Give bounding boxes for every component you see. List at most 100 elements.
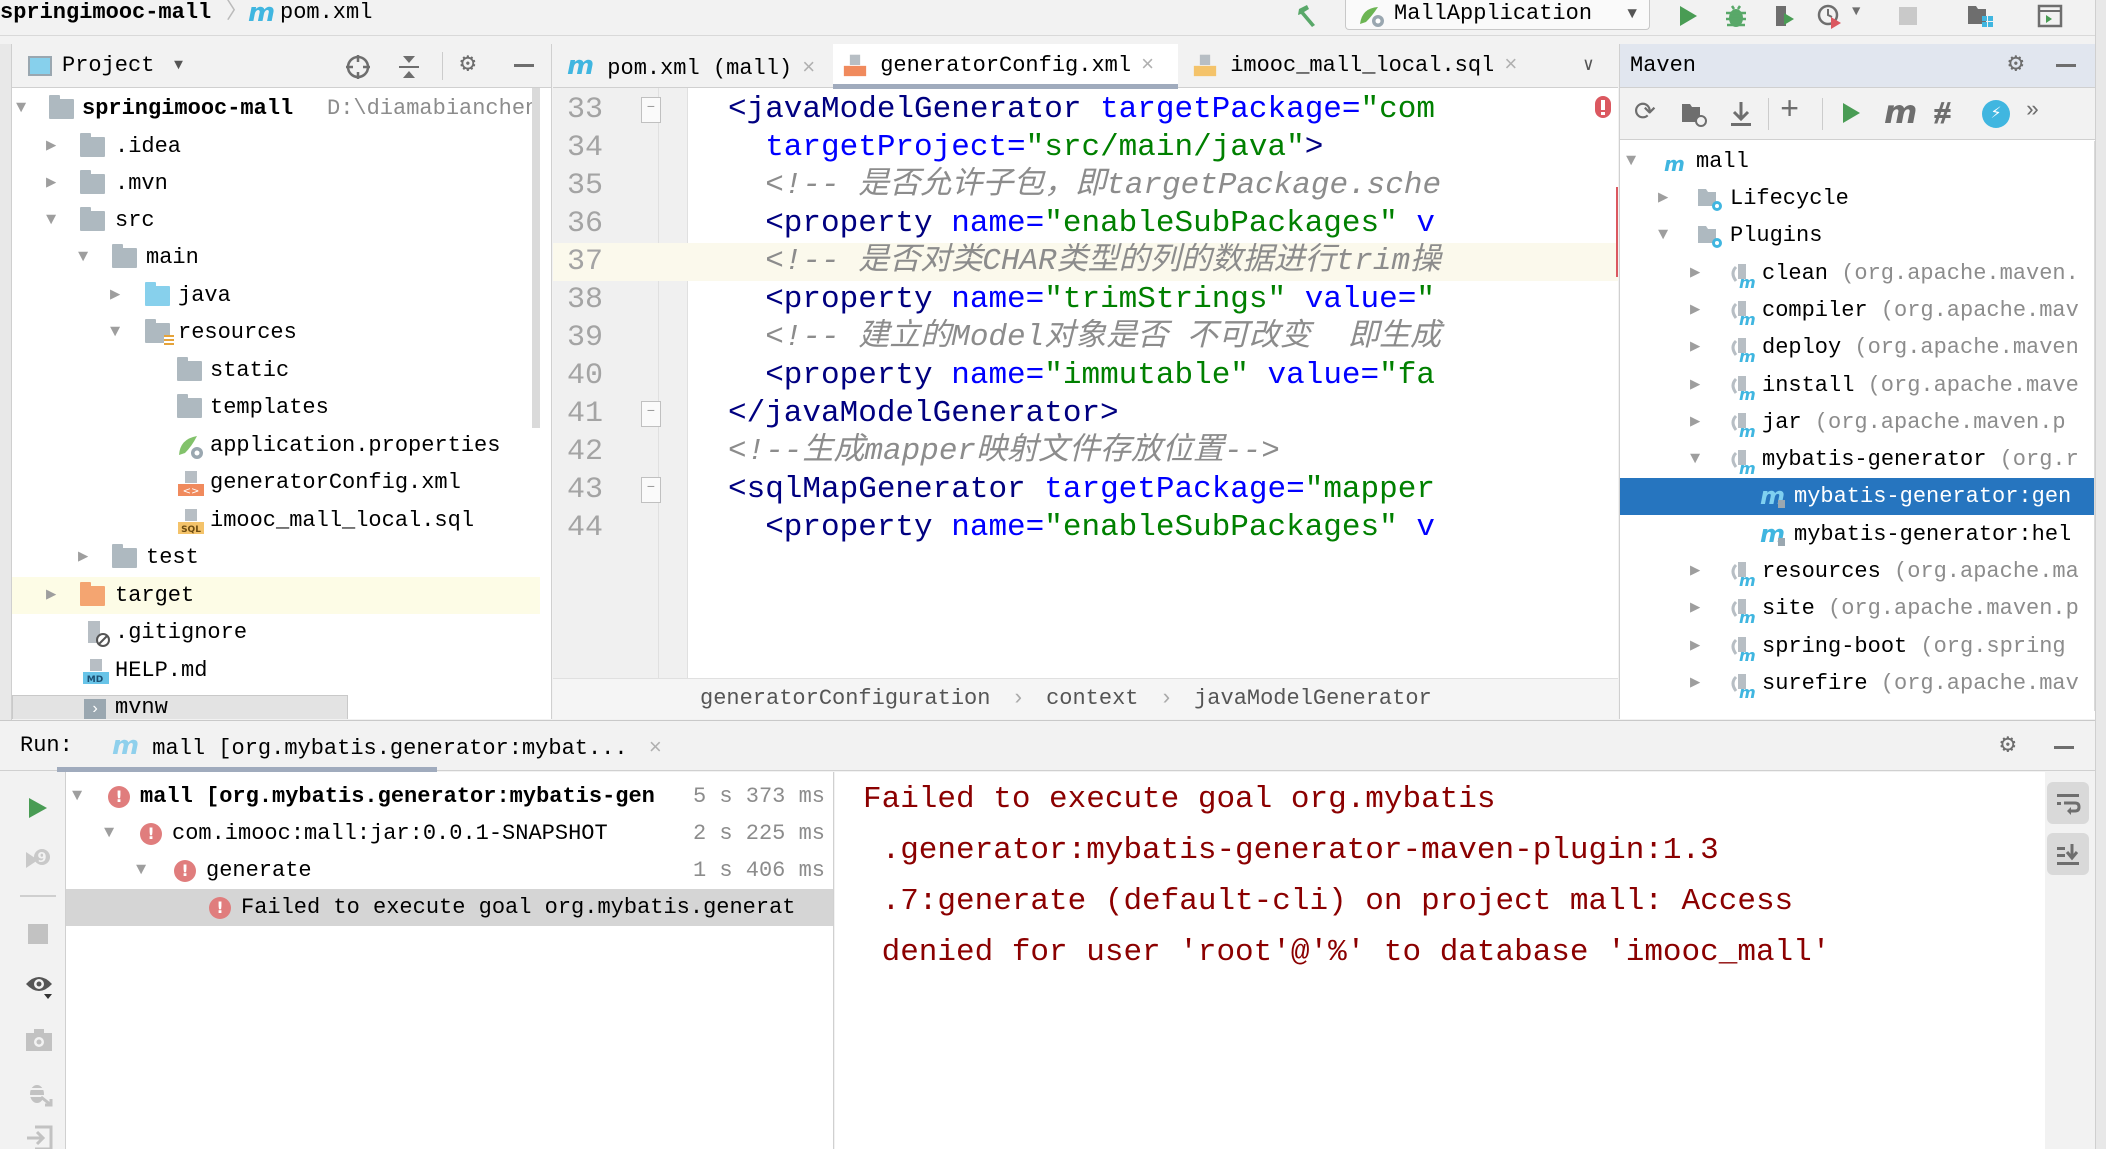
tree-item-main[interactable]: ▼ main	[12, 239, 540, 276]
tree-item-generatorconfig-xml[interactable]: <> generatorConfig.xml	[12, 464, 540, 501]
project-view-title[interactable]: Project	[62, 44, 154, 88]
tree-item-templates[interactable]: templates	[12, 389, 540, 426]
breadcrumb-item[interactable]: generatorConfiguration	[700, 686, 990, 711]
locate-file-icon[interactable]	[345, 54, 371, 80]
tree-item-static[interactable]: static	[12, 352, 540, 389]
collapsed-arrow-icon[interactable]: ▶	[1690, 255, 1700, 292]
fold-toggle-icon[interactable]: −	[641, 401, 661, 427]
maven-goal-item[interactable]: m mybatis-generator:gen	[1620, 478, 2106, 516]
project-structure-icon[interactable]	[1962, 0, 1998, 32]
tree-item-target[interactable]: ▶ target	[12, 577, 540, 614]
breadcrumb-file[interactable]: pom.xml	[280, 0, 372, 30]
collapse-all-icon[interactable]	[397, 54, 421, 80]
expanded-arrow-icon[interactable]: ▼	[16, 90, 36, 127]
code-line[interactable]: 39 <!-- 建立的Model对象是否 不可改变 即生成	[553, 319, 1618, 357]
maven-plugin-item[interactable]: ▶ m resources (org.apache.ma	[1620, 553, 2106, 590]
collapsed-arrow-icon[interactable]: ▶	[1690, 628, 1700, 665]
run-configuration-selector[interactable]: MallApplication ▼	[1345, 0, 1650, 30]
reload-icon[interactable]: ⟳	[1634, 100, 1656, 126]
code-area[interactable]: 33− <javaModelGenerator targetPackage="co…	[553, 88, 1618, 678]
run-icon[interactable]	[1670, 0, 1706, 32]
settings-gear-icon[interactable]: ⚙	[460, 48, 476, 79]
collapsed-arrow-icon[interactable]: ▶	[1690, 329, 1700, 366]
tree-item-mvn[interactable]: ▶ .mvn	[12, 165, 540, 202]
tree-item-test[interactable]: ▶ test	[12, 539, 540, 576]
tab-pom-xml[interactable]: m pom.xml (mall) ×	[567, 44, 815, 88]
show-eye-icon[interactable]	[24, 974, 54, 1000]
tab-generatorconfig-xml[interactable]: generatorConfig.xml ×	[833, 44, 1178, 89]
code-line[interactable]: 38 <property name="trimStrings" value="	[553, 281, 1618, 319]
close-tab-icon[interactable]: ×	[649, 736, 662, 761]
maven-plugin-item[interactable]: ▶ m spring-boot (org.spring	[1620, 628, 2106, 665]
expanded-arrow-icon[interactable]: ▼	[136, 852, 146, 889]
tree-item-idea[interactable]: ▶ .idea	[12, 128, 540, 165]
expanded-arrow-icon[interactable]: ▼	[72, 778, 82, 815]
code-line[interactable]: 37 <!-- 是否对类CHAR类型的列的数据进行trim操	[553, 243, 1618, 281]
close-tab-icon[interactable]: ×	[1141, 53, 1154, 78]
collapsed-arrow-icon[interactable]: ▶	[46, 577, 66, 614]
run-tree-item[interactable]: ▼ ! mall [org.mybatis.generator:mybatis-…	[66, 778, 833, 815]
run-maven-build-icon[interactable]	[1840, 101, 1862, 125]
toggle-offline-icon[interactable]: ⧣	[1934, 96, 1951, 132]
maven-project-mall[interactable]: ▼ m mall	[1620, 143, 2106, 180]
stop-icon[interactable]	[1890, 0, 1926, 32]
collapsed-arrow-icon[interactable]: ▶	[1690, 292, 1700, 329]
debug-export-icon[interactable]	[25, 1079, 53, 1107]
code-line[interactable]: 42 <!--生成mapper映射文件存放位置-->	[553, 433, 1618, 471]
tree-item-src[interactable]: ▼ src	[12, 202, 540, 239]
tree-item-application-properties[interactable]: application.properties	[12, 427, 540, 464]
settings-gear-icon[interactable]: ⚙	[2008, 44, 2024, 86]
run-tree-item[interactable]: ▼ ! com.imooc:mall:jar:0.0.1-SNAPSHOT 2 …	[66, 815, 833, 852]
build-hammer-icon[interactable]	[1290, 0, 1326, 32]
download-sources-icon[interactable]	[1728, 100, 1754, 128]
code-line[interactable]: 33 − <javaModelGenerator targetPackage="co…	[553, 91, 1618, 129]
add-project-icon[interactable]: +	[1780, 94, 1799, 128]
code-line[interactable]: 36 <property name="enableSubPackages" v	[553, 205, 1618, 243]
close-tab-icon[interactable]: ×	[802, 56, 815, 81]
maven-plugin-item[interactable]: ▼ m mybatis-generator (org.r	[1620, 441, 2106, 478]
code-line[interactable]: 41 − </javaModelGenerator>	[553, 395, 1618, 433]
collapsed-arrow-icon[interactable]: ▶	[1690, 367, 1700, 404]
breadcrumb-item[interactable]: javaModelGenerator	[1194, 686, 1432, 711]
fold-toggle-icon[interactable]: −	[641, 477, 661, 503]
tree-item-help-md[interactable]: MD HELP.md	[12, 652, 540, 689]
code-line[interactable]: 40 <property name="immutable" value="fa	[553, 357, 1618, 395]
tree-item-project-root[interactable]: ▼ springimooc-mall D:\diamabianchen	[12, 90, 540, 127]
skip-tests-icon[interactable]: ⚡	[1982, 100, 2010, 128]
generate-sources-icon[interactable]	[1680, 100, 1708, 128]
collapsed-arrow-icon[interactable]: ▶	[46, 165, 66, 202]
expanded-arrow-icon[interactable]: ▼	[1690, 441, 1700, 478]
collapsed-arrow-icon[interactable]: ▶	[1690, 404, 1700, 441]
tree-item-gitignore[interactable]: .gitignore	[12, 614, 540, 651]
tab-sql-file[interactable]: imooc_mall_local.sql ×	[1193, 44, 1517, 88]
expanded-arrow-icon[interactable]: ▼	[110, 314, 130, 351]
close-tab-icon[interactable]: ×	[1504, 53, 1517, 78]
more-actions-icon[interactable]: »	[2026, 98, 2039, 123]
run-tab[interactable]: m mall [org.mybatis.generator:mybat... ×	[112, 721, 662, 771]
tree-item-java[interactable]: ▶ java	[12, 277, 540, 314]
maven-plugin-item[interactable]: ▶ m jar (org.apache.maven.p	[1620, 404, 2106, 441]
maven-plugin-item[interactable]: ▶ m install (org.apache.mave	[1620, 367, 2106, 404]
fold-toggle-icon[interactable]: −	[641, 97, 661, 123]
tree-item-sql-file[interactable]: SQL imooc_mall_local.sql	[12, 502, 540, 539]
maven-plugin-item[interactable]: ▶ m surefire (org.apache.mav	[1620, 665, 2106, 702]
run-with-coverage-icon[interactable]	[1766, 0, 1802, 32]
scroll-to-end-icon[interactable]	[2047, 833, 2089, 875]
soft-wrap-icon[interactable]	[2047, 782, 2089, 824]
collapsed-arrow-icon[interactable]: ▶	[1690, 590, 1700, 627]
rerun-failed-tests-icon[interactable]: 9	[24, 846, 52, 874]
tree-item-resources[interactable]: ▼ resources	[12, 314, 540, 351]
import-icon[interactable]	[25, 1125, 53, 1149]
collapsed-arrow-icon[interactable]: ▶	[1690, 665, 1700, 702]
breadcrumb-project[interactable]: springimooc-mall	[0, 0, 211, 30]
error-marker-icon[interactable]	[1593, 96, 1613, 124]
rerun-icon[interactable]	[27, 796, 49, 820]
code-line[interactable]: 35 <!-- 是否允许子包，即targetPackage.sche	[553, 167, 1618, 205]
tab-list-chevron-icon[interactable]: ∨	[1583, 44, 1594, 88]
expanded-arrow-icon[interactable]: ▼	[1658, 217, 1668, 254]
settings-gear-icon[interactable]: ⚙	[2000, 723, 2016, 767]
terminal-window-icon[interactable]	[2032, 0, 2068, 32]
collapsed-arrow-icon[interactable]: ▶	[1690, 553, 1700, 590]
tree-item-mvnw[interactable]: › mvnw	[12, 689, 540, 719]
expanded-arrow-icon[interactable]: ▼	[46, 202, 66, 239]
